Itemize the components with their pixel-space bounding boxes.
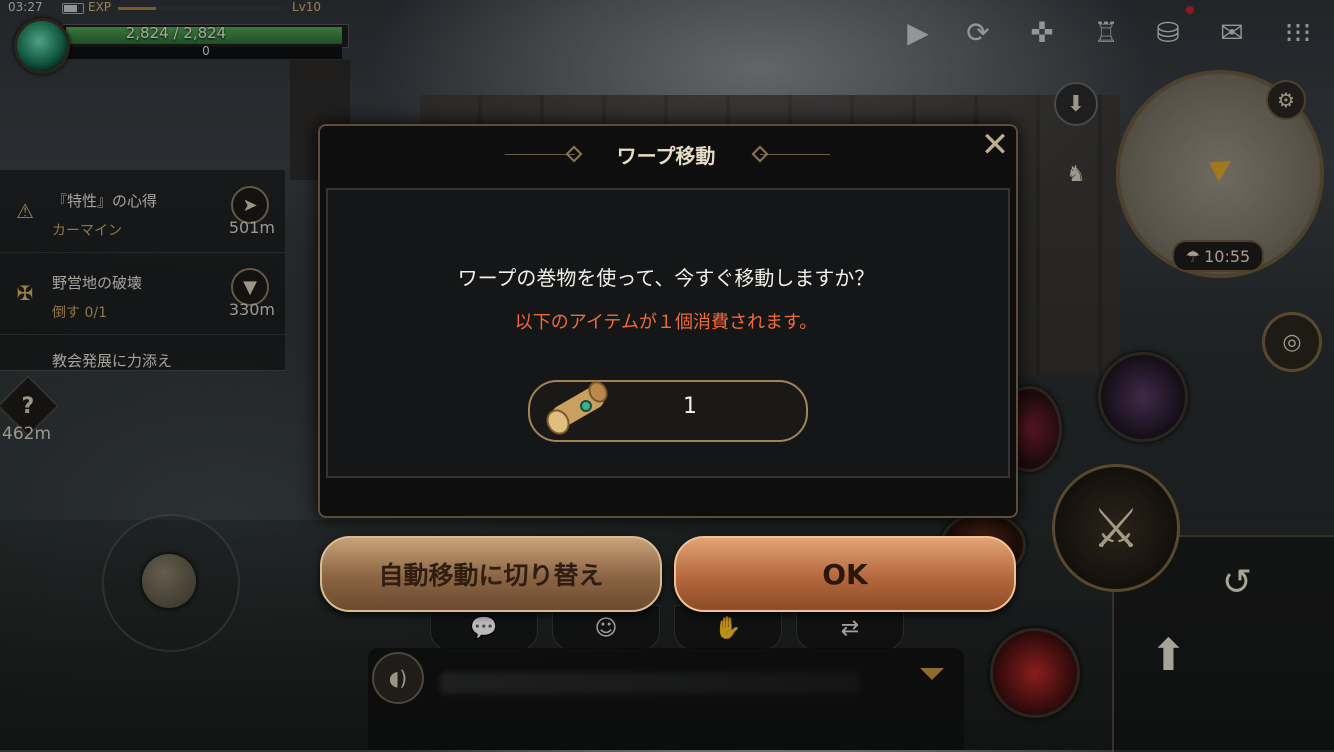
item-count: 1 xyxy=(683,394,697,419)
dialog-title: ワープ移動 xyxy=(616,144,716,168)
warp-scroll-icon xyxy=(546,381,608,435)
dialog-message: ワープの巻物を使って、今すぐ移動しますか？ xyxy=(457,266,875,290)
auto-move-button[interactable]: 自動移動に切り替え xyxy=(320,536,662,612)
dialog-warning: 以下のアイテムが１個消費されます。 xyxy=(514,312,818,333)
ok-button[interactable]: OK xyxy=(674,536,1016,612)
close-icon[interactable]: ✕ xyxy=(978,128,1012,162)
